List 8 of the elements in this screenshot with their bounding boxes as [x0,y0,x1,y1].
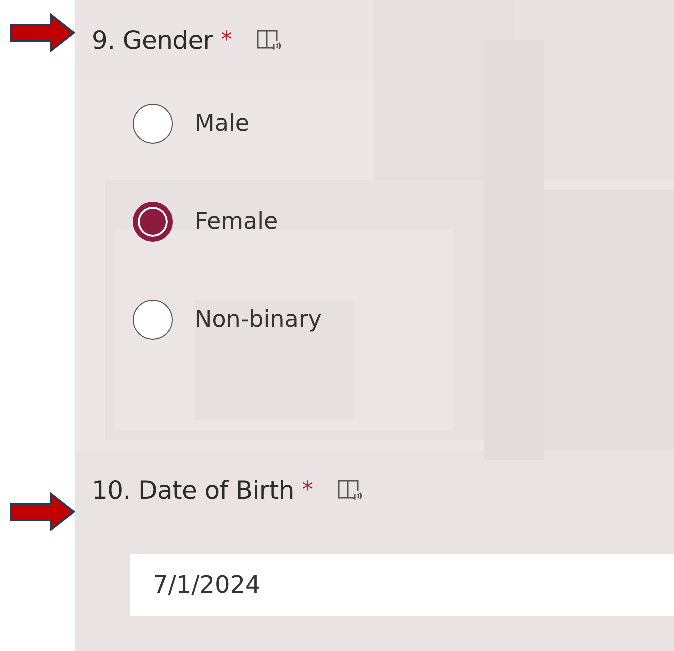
required-mark: * [302,478,314,502]
date-field[interactable]: 7/1/2024 [130,554,674,616]
option-label: Male [195,110,250,136]
option-label: Non-binary [195,306,322,332]
required-mark: * [221,28,232,52]
option-label: Female [195,208,278,234]
question-title: 9. Gender [92,26,214,54]
question-title: 10. Date of Birth [92,476,294,504]
